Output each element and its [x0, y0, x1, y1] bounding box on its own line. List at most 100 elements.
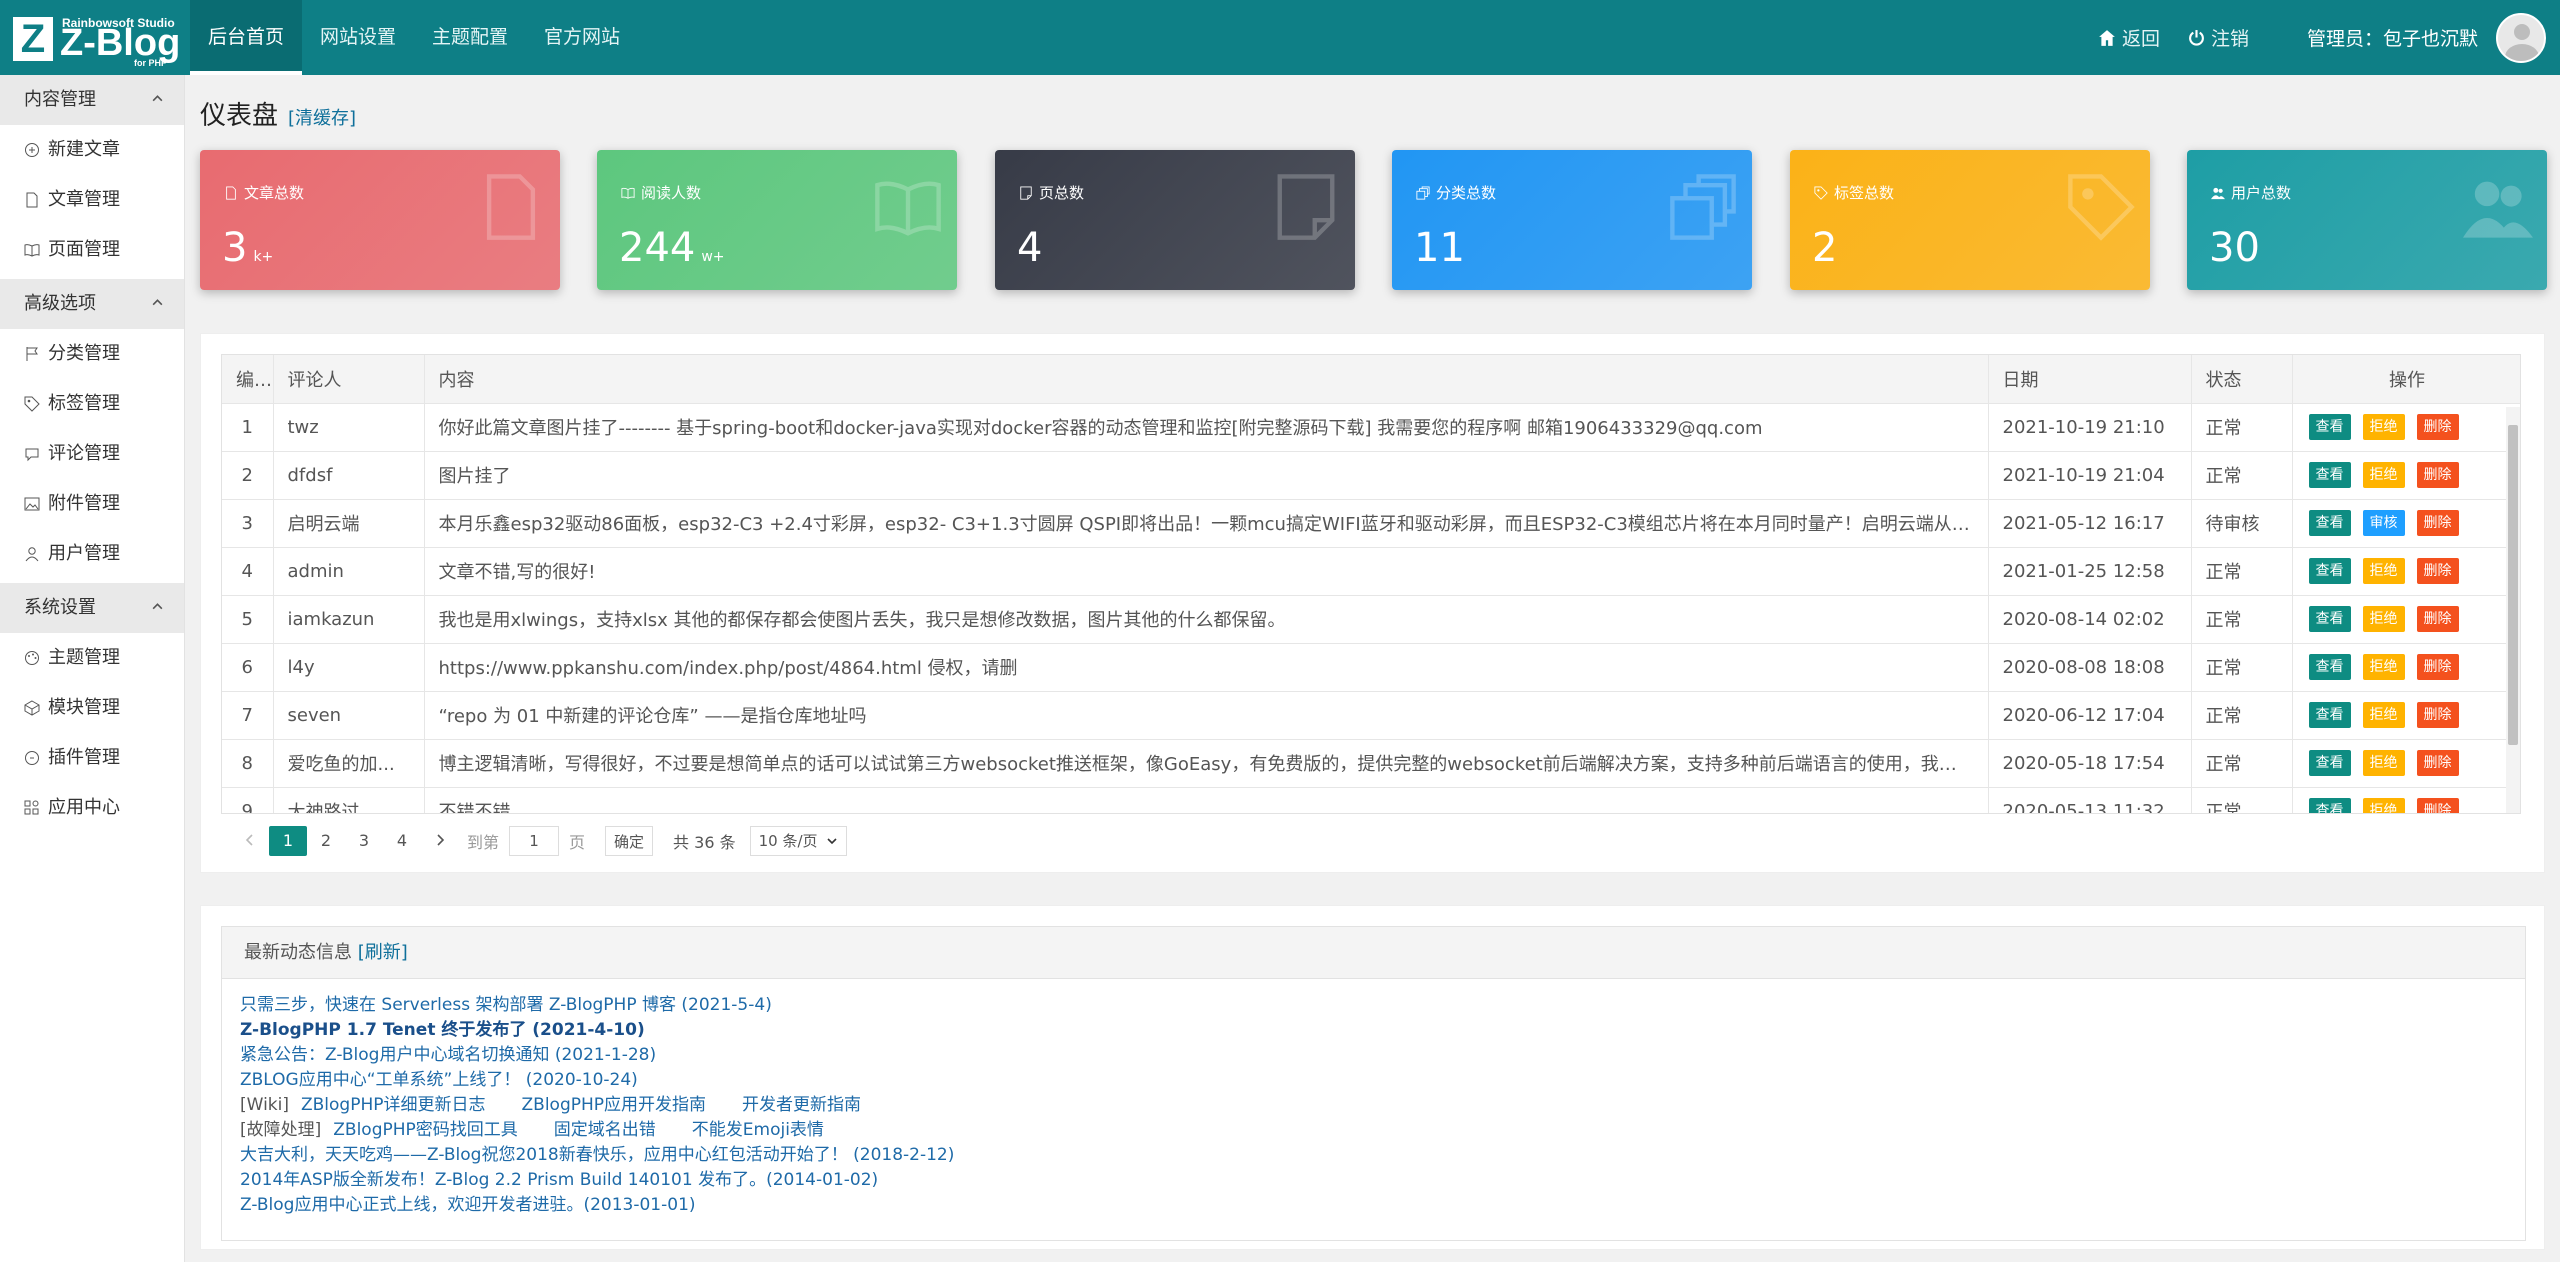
- table-body: 1 twz 你好此篇文章图片挂了-------- 基于spring-boot和doc…: [222, 403, 2520, 813]
- news-link[interactable]: 开发者更新指南: [742, 1095, 861, 1115]
- reject-button[interactable]: 拒绝: [2362, 414, 2405, 440]
- nav-item-1[interactable]: 网站设置: [302, 0, 414, 75]
- view-button[interactable]: 查看: [2308, 606, 2351, 632]
- goto-confirm-button[interactable]: 确定: [605, 826, 654, 856]
- view-button[interactable]: 查看: [2308, 414, 2351, 440]
- sidebar-item[interactable]: 应用中心: [0, 783, 184, 833]
- reject-button[interactable]: 拒绝: [2362, 702, 2405, 728]
- sidebar-item[interactable]: 分类管理: [0, 329, 184, 379]
- news-link[interactable]: ZBlogPHP详细更新日志: [301, 1095, 486, 1115]
- view-button[interactable]: 查看: [2308, 654, 2351, 680]
- view-button[interactable]: 查看: [2308, 702, 2351, 728]
- sidebar-item[interactable]: 新建文章: [0, 125, 184, 175]
- delete-button[interactable]: 删除: [2416, 798, 2459, 813]
- delete-button[interactable]: 删除: [2416, 510, 2459, 536]
- document-icon: [226, 185, 236, 200]
- clear-cache-link[interactable]: [清缓存]: [288, 104, 356, 130]
- sidebar-group-title: 内容管理: [24, 89, 96, 110]
- page-size-select[interactable]: 10 条/页: [749, 826, 847, 856]
- sidebar-group-title: 系统设置: [24, 597, 96, 618]
- page-number-button[interactable]: 2: [307, 826, 345, 856]
- page-number-button[interactable]: 1: [269, 826, 307, 856]
- next-page-button[interactable]: [421, 826, 459, 856]
- view-button[interactable]: 查看: [2308, 510, 2351, 536]
- pagination: 1234 到第 1 页 确定 共 36 条 10 条/页: [231, 824, 847, 858]
- goto-page-input[interactable]: 1: [509, 826, 560, 856]
- sidebar-item-label: 文章管理: [48, 189, 120, 210]
- avatar[interactable]: [2496, 12, 2546, 63]
- nav-item-3[interactable]: 官方网站: [526, 0, 638, 75]
- delete-button[interactable]: 删除: [2416, 702, 2459, 728]
- stat-label-text: 标签总数: [1834, 184, 1895, 202]
- delete-button[interactable]: 删除: [2416, 414, 2459, 440]
- delete-button[interactable]: 删除: [2416, 750, 2459, 776]
- nav-item-2[interactable]: 主题配置: [414, 0, 526, 75]
- delete-button[interactable]: 删除: [2416, 606, 2459, 632]
- view-button[interactable]: 查看: [2308, 798, 2351, 813]
- sidebar-item[interactable]: 评论管理: [0, 429, 184, 479]
- reject-button[interactable]: 拒绝: [2362, 654, 2405, 680]
- logout-button[interactable]: 注销: [2188, 24, 2249, 51]
- table-row: 4 admin 文章不错,写的很好! 2021-01-25 12:58 正常 查看 拒绝 删除: [222, 547, 2520, 596]
- sidebar-item-label: 模块管理: [48, 697, 120, 718]
- approve-button[interactable]: 审核: [2362, 510, 2405, 536]
- cell-status: 正常: [2191, 547, 2293, 596]
- sidebar-item[interactable]: 页面管理: [0, 225, 184, 275]
- reject-button[interactable]: 拒绝: [2362, 462, 2405, 488]
- stat-card[interactable]: 分类总数 11: [1392, 150, 1752, 290]
- news-link[interactable]: ZBlogPHP应用开发指南: [522, 1095, 707, 1115]
- cell-status: 正常: [2191, 451, 2293, 500]
- cell-id: 4: [222, 547, 274, 596]
- stat-card[interactable]: 阅读人数 244 w+: [597, 150, 957, 290]
- stat-card[interactable]: 用户总数 30: [2187, 150, 2547, 290]
- news-link[interactable]: 不能发Emoji表情: [692, 1120, 824, 1140]
- news-link[interactable]: 只需三步，快速在 Serverless 架构部署 Z-BlogPHP 博客 (2…: [240, 995, 772, 1015]
- reject-button[interactable]: 拒绝: [2362, 750, 2405, 776]
- news-item: 2014年ASP版全新发布！Z-Blog 2.2 Prism Build 140…: [240, 1168, 2525, 1193]
- news-link[interactable]: 紧急公告：Z-Blog用户中心域名切换通知 (2021-1-28): [240, 1045, 656, 1065]
- cell-date: 2020-06-12 17:04: [1988, 691, 2192, 740]
- news-link[interactable]: Z-BlogPHP 1.7 Tenet 终于发布了 (2021-4-10): [240, 1020, 645, 1040]
- sidebar-group-header[interactable]: 高级选项: [0, 279, 184, 329]
- news-box: 最新动态信息 [刷新] 只需三步，快速在 Serverless 架构部署 Z-B…: [221, 926, 2526, 1241]
- admin-name[interactable]: 管理员：包子也沉默: [2307, 24, 2478, 51]
- reject-button[interactable]: 拒绝: [2362, 798, 2405, 813]
- sidebar-item[interactable]: 插件管理: [0, 733, 184, 783]
- table-scrollbar[interactable]: [2506, 407, 2520, 813]
- sidebar-group-header[interactable]: 内容管理: [0, 75, 184, 125]
- news-link[interactable]: Z-Blog应用中心正式上线，欢迎开发者进驻。(2013-01-01): [240, 1195, 696, 1215]
- news-link[interactable]: ZBLOG应用中心“工单系统”上线了！ (2020-10-24): [240, 1070, 638, 1090]
- news-link[interactable]: ZBlogPHP密码找回工具: [333, 1120, 518, 1140]
- sidebar-item[interactable]: 文章管理: [0, 175, 184, 225]
- stat-value: 30: [2209, 224, 2260, 272]
- news-link[interactable]: 大吉大利，天天吃鸡——Z-Blog祝您2018新春快乐，应用中心红包活动开始了！…: [240, 1145, 954, 1165]
- zblog-logo[interactable]: Z Rainbowsoft Studio Z-Blog for PHP: [10, 10, 180, 68]
- return-button[interactable]: 返回: [2098, 24, 2160, 51]
- stat-card[interactable]: 页总数 4: [995, 150, 1355, 290]
- sidebar-item[interactable]: 附件管理: [0, 479, 184, 529]
- news-link[interactable]: 2014年ASP版全新发布！Z-Blog 2.2 Prism Build 140…: [240, 1170, 878, 1190]
- news-refresh-link[interactable]: [刷新]: [358, 942, 408, 963]
- sidebar-item[interactable]: 主题管理: [0, 633, 184, 683]
- scrollbar-thumb[interactable]: [2508, 425, 2518, 745]
- stat-label-text: 阅读人数: [641, 184, 702, 202]
- sidebar-item[interactable]: 模块管理: [0, 683, 184, 733]
- view-button[interactable]: 查看: [2308, 558, 2351, 584]
- reject-button[interactable]: 拒绝: [2362, 606, 2405, 632]
- view-button[interactable]: 查看: [2308, 750, 2351, 776]
- reject-button[interactable]: 拒绝: [2362, 558, 2405, 584]
- delete-button[interactable]: 删除: [2416, 558, 2459, 584]
- stat-card[interactable]: 标签总数 2: [1790, 150, 2150, 290]
- nav-item-0[interactable]: 后台首页: [190, 0, 303, 75]
- news-link[interactable]: 固定域名出错: [554, 1120, 656, 1140]
- sidebar-item[interactable]: 标签管理: [0, 379, 184, 429]
- stat-card[interactable]: 文章总数 3 k+: [200, 150, 560, 290]
- page-number-button[interactable]: 4: [383, 826, 421, 856]
- prev-page-button[interactable]: [231, 826, 269, 856]
- delete-button[interactable]: 删除: [2416, 654, 2459, 680]
- sidebar-item[interactable]: 用户管理: [0, 529, 184, 579]
- view-button[interactable]: 查看: [2308, 462, 2351, 488]
- page-number-button[interactable]: 3: [345, 826, 383, 856]
- sidebar-group-header[interactable]: 系统设置: [0, 583, 184, 633]
- delete-button[interactable]: 删除: [2416, 462, 2459, 488]
